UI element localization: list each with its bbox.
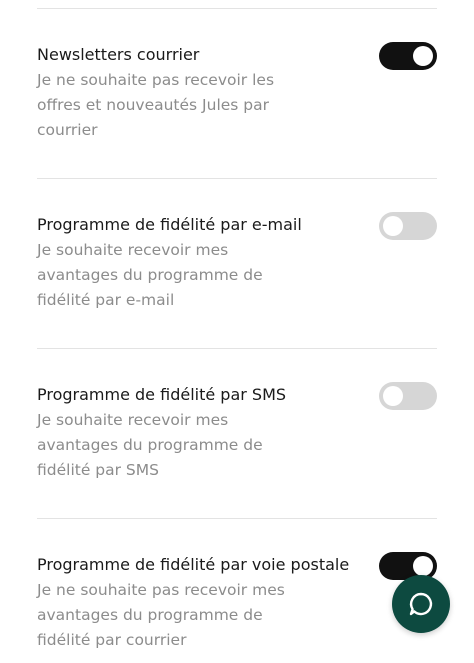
setting-title: Programme de fidélité par e-mail bbox=[37, 215, 302, 234]
setting-description: Je souhaite recevoir mes avantages du pr… bbox=[37, 411, 263, 479]
setting-title: Newsletters courrier bbox=[37, 45, 200, 64]
divider bbox=[37, 518, 437, 519]
setting-description: Je souhaite recevoir mes avantages du pr… bbox=[37, 241, 263, 309]
setting-description: Je ne souhaite pas recevoir mes avantage… bbox=[37, 581, 285, 649]
toggle-newsletter-courrier[interactable] bbox=[379, 42, 437, 70]
toggle-knob bbox=[413, 556, 433, 576]
toggle-fidelite-sms[interactable] bbox=[379, 382, 437, 410]
divider bbox=[37, 348, 437, 349]
toggle-knob bbox=[413, 46, 433, 66]
toggle-knob bbox=[383, 216, 403, 236]
setting-title: Programme de fidélité par SMS bbox=[37, 385, 287, 404]
divider bbox=[37, 178, 437, 179]
chat-button[interactable] bbox=[392, 575, 450, 633]
toggle-knob bbox=[383, 386, 403, 406]
setting-description: Je ne souhaite pas recevoir les offres e… bbox=[37, 71, 275, 139]
setting-title: Programme de fidélité par voie postale bbox=[37, 555, 350, 574]
chat-bubble-icon bbox=[409, 592, 433, 616]
consent-settings-page: Newsletters courrier Je ne souhaite pas … bbox=[0, 0, 474, 663]
toggle-fidelite-email[interactable] bbox=[379, 212, 437, 240]
divider bbox=[37, 8, 437, 9]
